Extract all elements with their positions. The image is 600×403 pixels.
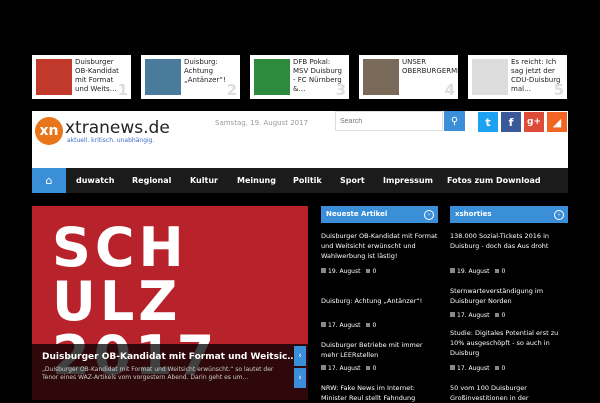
nav-item-regional[interactable]: Regional <box>132 168 171 193</box>
home-icon[interactable]: ⌂ <box>32 168 66 193</box>
search-input[interactable] <box>335 111 443 131</box>
ticker-number: 4 <box>444 81 455 99</box>
ticker-item[interactable]: DFB Pokal: MSV Duisburg - FC Nürnberg &…… <box>250 55 349 99</box>
slider-caption: Duisburger OB-Kandidat mit Format und We… <box>32 344 308 400</box>
slider-next-button[interactable]: › <box>294 368 306 388</box>
list-item-title[interactable]: Sternwarteverständigung im Duisburger No… <box>450 286 568 306</box>
ticker-item[interactable]: Es reicht: Ich sag jetzt der CDU-Duisbur… <box>468 55 567 99</box>
nav-item-sport[interactable]: Sport <box>340 168 365 193</box>
list-item-meta: 17. August 0 <box>321 322 376 329</box>
calendar-icon <box>321 365 326 370</box>
nav-item-duwatch[interactable]: duwatch <box>76 168 114 193</box>
list-item-title[interactable]: 138.000 Sozial-Tickets 2016 in Duisburg … <box>450 231 568 251</box>
current-date: Samstag, 19. August 2017 <box>215 119 309 127</box>
calendar-icon <box>321 268 326 273</box>
slider-prev-button[interactable]: ‹ <box>294 346 306 366</box>
list-item-count: 0 <box>372 365 377 372</box>
site-header: xn xtranews.de aktuell. kritisch. unabhä… <box>32 111 568 168</box>
ticker-title[interactable]: UNSER OBERBURGERMEISTE… <box>402 58 458 76</box>
comment-icon <box>366 269 371 273</box>
list-item-title[interactable]: Duisburger OB-Kandidat mit Format und We… <box>321 231 438 261</box>
ticker-thumbnail[interactable] <box>254 59 290 95</box>
slider-image-text-line: SCH <box>52 216 188 279</box>
ticker-number: 1 <box>117 81 128 99</box>
comment-icon <box>495 313 500 317</box>
list-item-meta: 17. August 0 <box>450 312 505 319</box>
list-item-date: 17. August <box>328 322 361 329</box>
ticker-number: 2 <box>226 81 237 99</box>
list-item-date: 19. August <box>457 268 490 275</box>
neueste-artikel-title: Neueste Artikel <box>326 210 388 218</box>
comment-icon <box>366 323 371 327</box>
list-item-title[interactable]: 50 vom 100 Duisburger Großinvestitionen … <box>450 383 568 403</box>
featured-slider[interactable]: SCH ULZ 2017 Duisburger OB-Kandidat mit … <box>32 206 308 400</box>
arrow-circle-icon[interactable]: › <box>554 210 564 220</box>
slider-image-text-line: ULZ <box>52 270 182 333</box>
list-item-meta: 17. August 0 <box>450 365 505 372</box>
list-item-count: 0 <box>372 268 377 275</box>
calendar-icon <box>321 322 326 327</box>
rss-icon[interactable]: ◢ <box>547 112 567 132</box>
slider-excerpt: „Duisburger OB-Kandidat mit Format und W… <box>42 366 274 381</box>
nav-item-meinung[interactable]: Meinung <box>237 168 276 193</box>
ticker-number: 3 <box>335 81 346 99</box>
comment-icon <box>495 269 500 273</box>
ticker-item[interactable]: Duisburger OB-Kandidat mit Format und We… <box>32 55 131 99</box>
list-item-date: 17. August <box>457 312 490 319</box>
list-item-title[interactable]: Duisburger Betriebe mit immer mehr LEERs… <box>321 340 438 360</box>
ticker-item[interactable]: Duisburg: Achtung „Antänzer“! 2 <box>141 55 240 99</box>
list-item-count: 0 <box>372 322 377 329</box>
ticker-item[interactable]: UNSER OBERBURGERMEISTE… 4 <box>359 55 458 99</box>
calendar-icon <box>450 365 455 370</box>
list-item-meta: 19. August 0 <box>321 268 376 275</box>
list-item-date: 19. August <box>328 268 361 275</box>
list-item-title[interactable]: Studie: Digitales Potential erst zu 10% … <box>450 328 568 358</box>
list-item-meta: 19. August 0 <box>450 268 505 275</box>
ticker-thumbnail[interactable] <box>36 59 72 95</box>
main-nav: ⌂ duwatch Regional Kultur Meinung Politi… <box>32 168 568 193</box>
nav-item-fotos[interactable]: Fotos zum Download <box>447 168 541 193</box>
facebook-icon[interactable]: f <box>501 112 521 132</box>
ticker-thumbnail[interactable] <box>145 59 181 95</box>
logo-tagline: aktuell. kritisch. unabhängig. <box>67 137 155 144</box>
xshorties-title: xshorties <box>455 210 492 218</box>
list-item-date: 17. August <box>457 365 490 372</box>
neueste-artikel-header: Neueste Artikel › <box>321 206 438 223</box>
search-icon[interactable]: ⚲ <box>444 111 465 131</box>
xshorties-header: xshorties › <box>450 206 568 223</box>
twitter-icon[interactable]: t <box>478 112 498 132</box>
slider-title[interactable]: Duisburger OB-Kandidat mit Format und We… <box>42 352 296 362</box>
ticker-number: 5 <box>553 81 564 99</box>
calendar-icon <box>450 312 455 317</box>
list-item-count: 0 <box>501 268 506 275</box>
list-item-title[interactable]: Duisburg: Achtung „Antänzer“! <box>321 296 438 306</box>
comment-icon <box>366 366 371 370</box>
nav-item-impressum[interactable]: Impressum <box>383 168 433 193</box>
comment-icon <box>495 366 500 370</box>
calendar-icon <box>450 268 455 273</box>
list-item-date: 17. August <box>328 365 361 372</box>
logo-mark[interactable]: xn <box>35 117 63 145</box>
list-item-title[interactable]: NRW: Fake News im Internet: Minister Reu… <box>321 383 438 403</box>
arrow-circle-icon[interactable]: › <box>424 210 434 220</box>
logo-name[interactable]: xtranews.de <box>65 118 170 138</box>
nav-item-politik[interactable]: Politik <box>293 168 322 193</box>
list-item-count: 0 <box>501 365 506 372</box>
nav-item-kultur[interactable]: Kultur <box>190 168 218 193</box>
ticker-thumbnail[interactable] <box>363 59 399 95</box>
list-item-meta: 17. August 0 <box>321 365 376 372</box>
ticker-thumbnail[interactable] <box>472 59 508 95</box>
googleplus-icon[interactable]: g+ <box>524 112 544 132</box>
list-item-count: 0 <box>501 312 506 319</box>
